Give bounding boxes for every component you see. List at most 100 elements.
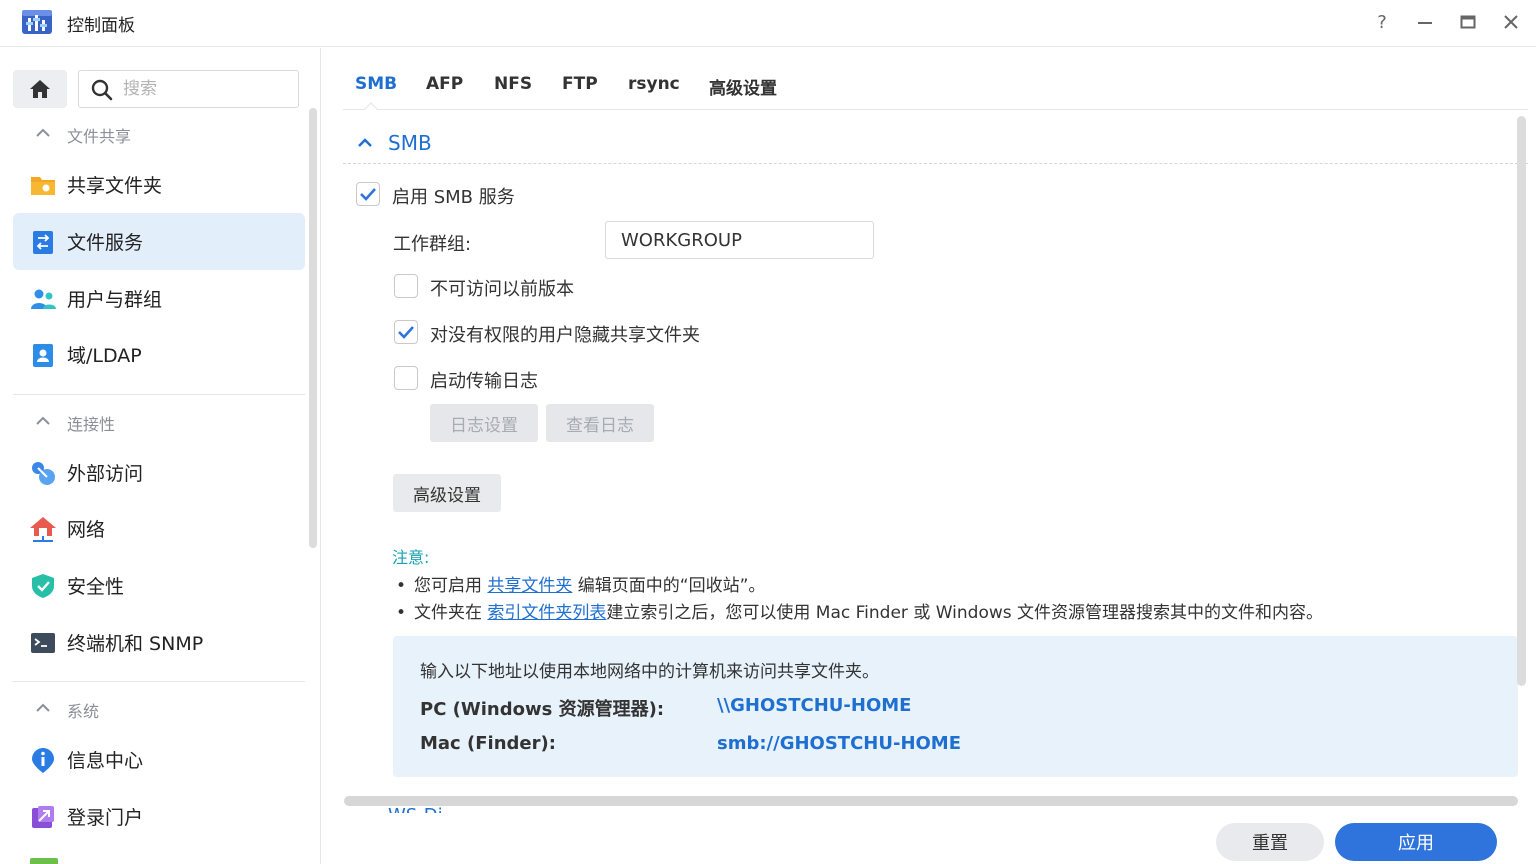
- hide-shared-folders-checkbox[interactable]: [394, 320, 418, 344]
- search-input[interactable]: [123, 77, 288, 101]
- section-title: SMB: [388, 131, 432, 155]
- access-info-box: 输入以下地址以使用本地网络中的计算机来访问共享文件夹。 PC (Windows …: [393, 636, 1518, 777]
- external-access-icon: [32, 462, 55, 485]
- sidebar-divider: [13, 681, 305, 682]
- sidebar-group-connectivity[interactable]: 连接性: [0, 405, 305, 441]
- minimize-icon[interactable]: [1412, 9, 1438, 35]
- login-portal-icon: [32, 806, 54, 828]
- partial-item-icon: [30, 858, 58, 864]
- sidebar-group-label: 文件共享: [67, 127, 132, 146]
- shared-folder-link[interactable]: 共享文件夹: [487, 576, 572, 596]
- tab-nfs[interactable]: NFS: [494, 74, 532, 94]
- reset-button[interactable]: 重置: [1216, 823, 1324, 861]
- sidebar-item-label: 终端机和 SNMP: [67, 633, 204, 655]
- pc-label: PC (Windows 资源管理器):: [420, 699, 665, 720]
- folder-share-icon: [31, 177, 55, 195]
- tab-smb[interactable]: SMB: [355, 74, 397, 94]
- note-line-recycle-bin: • 您可启用 共享文件夹 编辑页面中的“回收站”。: [396, 571, 765, 596]
- sidebar-item-network[interactable]: 网络: [13, 500, 305, 557]
- note-text: 您可启用: [414, 576, 488, 596]
- tab-advanced[interactable]: 高级设置: [709, 74, 777, 99]
- tab-bar: SMB AFP NFS FTP rsync 高级设置: [343, 48, 1528, 110]
- pc-address: \\GHOSTCHU-HOME: [717, 695, 912, 716]
- next-section-title-partial: WS-Di: [388, 805, 588, 813]
- sidebar-group-label: 系统: [67, 702, 100, 721]
- home-icon: [30, 80, 50, 98]
- sidebar-group-label: 连接性: [67, 415, 116, 434]
- workgroup-input[interactable]: [605, 221, 874, 259]
- sidebar-item-login-portal[interactable]: 登录门户: [13, 788, 305, 845]
- chevron-up-icon: [36, 128, 50, 137]
- mac-label: Mac (Finder):: [420, 733, 556, 754]
- sidebar-item-label: 文件服务: [67, 232, 144, 254]
- apply-button[interactable]: 应用: [1335, 823, 1497, 861]
- title-bar: 控制面板 ?: [0, 0, 1536, 47]
- sidebar-item-domain-ldap[interactable]: 域/LDAP: [13, 326, 305, 383]
- access-intro: 输入以下地址以使用本地网络中的计算机来访问共享文件夹。: [420, 662, 879, 682]
- tab-afp[interactable]: AFP: [426, 74, 463, 94]
- sidebar-item-label: 共享文件夹: [67, 175, 163, 197]
- note-title: 注意:: [392, 548, 430, 567]
- sidebar-item-label: 登录门户: [67, 807, 144, 829]
- window-title: 控制面板: [67, 16, 135, 36]
- transfer-log-checkbox[interactable]: [394, 366, 418, 390]
- view-log-button[interactable]: 查看日志: [546, 404, 654, 442]
- bullet: •: [396, 576, 407, 596]
- sidebar-item-shared-folder[interactable]: 共享文件夹: [13, 156, 305, 213]
- users-icon: [31, 289, 56, 309]
- search-box[interactable]: [78, 70, 299, 108]
- sidebar-item-label: 安全性: [67, 576, 125, 598]
- mac-address: smb://GHOSTCHU-HOME: [717, 733, 962, 754]
- sidebar-group-system[interactable]: 系统: [0, 692, 305, 728]
- tab-ftp[interactable]: FTP: [562, 74, 598, 94]
- sidebar-item-external-access[interactable]: 外部访问: [13, 444, 305, 501]
- sidebar-item-label: 网络: [67, 519, 106, 541]
- checkmark-icon: [360, 188, 376, 201]
- content-vertical-scrollbar[interactable]: [1517, 116, 1526, 686]
- shield-icon: [32, 574, 54, 598]
- tab-rsync[interactable]: rsync: [628, 74, 680, 94]
- terminal-icon: [31, 633, 55, 653]
- workgroup-label: 工作群组:: [393, 234, 472, 255]
- smb-section-header[interactable]: SMB: [343, 128, 1528, 164]
- sidebar-item-info-center[interactable]: 信息中心: [13, 731, 305, 788]
- chevron-up-icon: [358, 138, 372, 147]
- note-text: 建立索引之后，您可以使用 Mac Finder 或 Windows 文件资源管理…: [606, 603, 1324, 623]
- note-line-index: • 文件夹在 索引文件夹列表建立索引之后，您可以使用 Mac Finder 或 W…: [396, 598, 1323, 623]
- sidebar-divider: [13, 394, 305, 395]
- sidebar-item-label: 域/LDAP: [67, 345, 142, 367]
- sidebar-item-terminal-snmp[interactable]: 终端机和 SNMP: [13, 614, 305, 671]
- transfer-log-label: 启动传输日志: [430, 371, 538, 392]
- sidebar-scrollbar[interactable]: [309, 108, 317, 548]
- disable-previous-versions-checkbox[interactable]: [394, 274, 418, 298]
- help-icon[interactable]: ?: [1369, 9, 1395, 35]
- bullet: •: [396, 603, 407, 623]
- checkmark-icon: [398, 326, 414, 339]
- sidebar-item-file-services[interactable]: 文件服务: [13, 213, 305, 270]
- note-text: 文件夹在: [414, 603, 488, 623]
- sidebar-item-label: 信息中心: [67, 750, 144, 772]
- hide-shared-folders-label: 对没有权限的用户隐藏共享文件夹: [430, 325, 700, 346]
- sidebar-group-file-sharing[interactable]: 文件共享: [0, 117, 305, 153]
- advanced-settings-button[interactable]: 高级设置: [393, 474, 501, 512]
- domain-ldap-icon: [33, 344, 53, 367]
- enable-smb-label: 启用 SMB 服务: [392, 187, 515, 208]
- note-text: 编辑页面中的“回收站”。: [572, 576, 766, 596]
- home-button[interactable]: [13, 70, 67, 108]
- chevron-up-icon: [36, 703, 50, 712]
- sidebar: 文件共享 共享文件夹 文件服务 用户与群组 域/LDAP: [0, 48, 321, 864]
- file-services-icon: [33, 231, 53, 254]
- control-panel-app-icon: [22, 10, 52, 34]
- sidebar-item-label: 用户与群组: [67, 289, 163, 311]
- index-folder-list-link[interactable]: 索引文件夹列表: [487, 603, 606, 623]
- enable-smb-checkbox[interactable]: [356, 182, 380, 206]
- maximize-icon[interactable]: [1455, 9, 1481, 35]
- search-icon: [91, 79, 113, 101]
- active-tab-indicator: [364, 102, 378, 110]
- sidebar-item-security[interactable]: 安全性: [13, 557, 305, 614]
- disable-previous-versions-label: 不可访问以前版本: [430, 279, 574, 300]
- close-icon[interactable]: [1498, 9, 1524, 35]
- info-icon: [32, 748, 54, 773]
- sidebar-item-users-groups[interactable]: 用户与群组: [13, 270, 305, 327]
- log-settings-button[interactable]: 日志设置: [430, 404, 538, 442]
